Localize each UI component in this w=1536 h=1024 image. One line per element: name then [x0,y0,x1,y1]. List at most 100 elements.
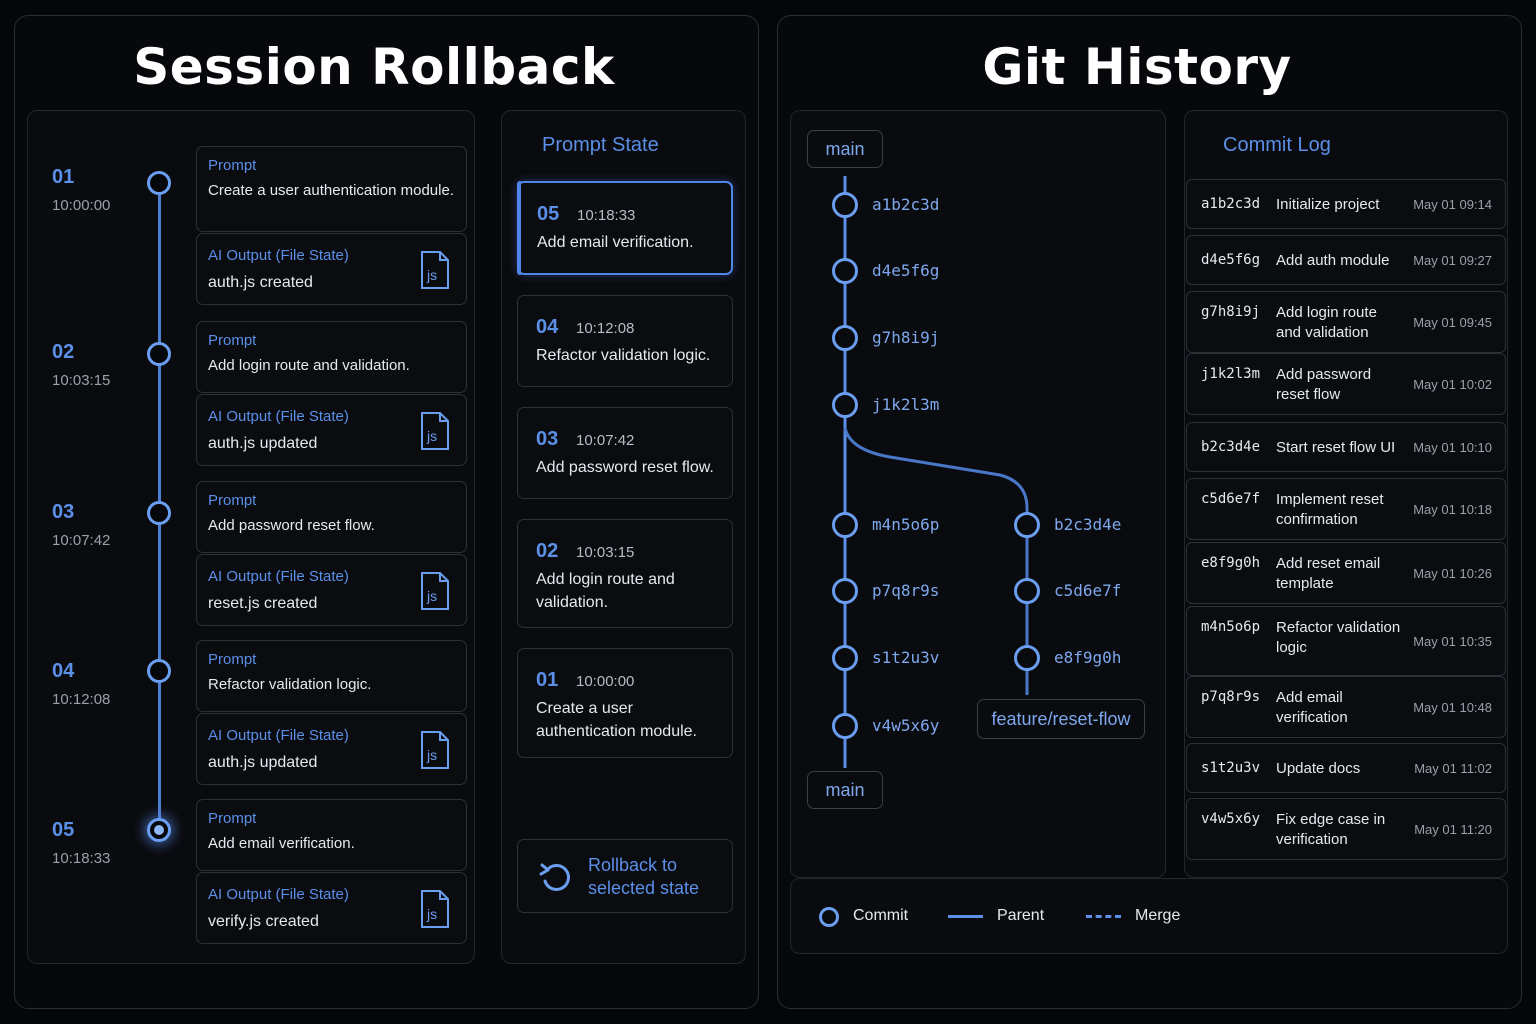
commit-node[interactable] [832,578,858,604]
branch-tag-main-bottom[interactable]: main [807,771,883,809]
step-time: 10:12:08 [52,691,111,708]
commit-log-row[interactable]: d4e5f6g Add auth module May 01 09:27 [1186,235,1506,285]
commit-node[interactable] [832,512,858,538]
branch-tag-main[interactable]: main [807,130,883,168]
output-card[interactable]: AI Output (File State) verify.js created j… [196,872,467,944]
commit-hash-label[interactable]: a1b2c3d [872,195,939,214]
commit-log-message: Refactor validation logic [1276,619,1401,656]
commit-hash-label[interactable]: d4e5f6g [872,261,939,280]
commit-log-date: May 01 09:27 [1413,253,1492,268]
commit-log-hash: m4n5o6p [1201,619,1261,635]
commit-log-row[interactable]: m4n5o6p Refactor validation logic May 01 1… [1186,606,1506,676]
commit-node[interactable] [832,192,858,218]
prompt-state-num: 02 [536,540,559,562]
commit-hash-label[interactable]: v4w5x6y [872,716,939,735]
prompt-state-item[interactable]: 02 10:03:15 Add login route and validation… [517,519,733,628]
commit-legend-label: Commit [853,907,909,924]
step-time: 10:18:33 [52,850,111,867]
output-card[interactable]: AI Output (File State) auth.js updated js [196,394,467,466]
commit-node[interactable] [1014,645,1040,671]
commit-log-hash: b2c3d4e [1201,439,1261,455]
prompt-state-item[interactable]: 01 10:00:00 Create a user authentication m… [517,648,733,758]
prompt-text: Add login route and validation. [208,357,410,374]
prompt-text: Refactor validation logic. [208,676,372,693]
prompt-card[interactable]: Prompt Add login route and validation. [196,321,467,393]
prompt-label: Prompt [208,157,257,174]
commit-hash-label[interactable]: m4n5o6p [872,515,939,534]
commit-hash-label[interactable]: p7q8r9s [872,581,939,600]
commit-node[interactable] [832,713,858,739]
step-number: 03 [52,501,75,523]
prompt-card[interactable]: Prompt Create a user authentication modul… [196,146,467,232]
commit-log-message: Add login route and validation [1276,304,1377,341]
timeline-node[interactable] [147,659,171,683]
prompt-state-item[interactable]: 03 10:07:42 Add password reset flow. [517,407,733,499]
commit-node[interactable] [832,645,858,671]
output-text: auth.js updated [208,754,318,771]
merge-legend-label: Merge [1135,907,1181,924]
commit-log-message: Implement reset confirmation [1276,491,1384,528]
commit-node[interactable] [832,392,858,418]
prompt-state-time: 10:07:42 [576,432,635,449]
commit-log-row[interactable]: e8f9g0h Add reset email template May 01 10… [1186,542,1506,604]
commit-log-date: May 01 09:14 [1413,197,1492,212]
rollback-button[interactable]: Rollback to selected state [517,839,733,913]
js-file-icon-text: js [427,747,438,763]
prompt-text: Create a user authentication module. [208,182,454,199]
commit-log-row[interactable]: j1k2l3m Add password reset flow May 01 10:… [1186,353,1506,415]
commit-hash-label[interactable]: c5d6e7f [1054,581,1121,600]
commit-log-row[interactable]: s1t2u3v Update docs May 01 11:02 [1186,743,1506,793]
commit-hash-label[interactable]: b2c3d4e [1054,515,1121,534]
commit-hash-label[interactable]: e8f9g0h [1054,648,1121,667]
commit-node[interactable] [832,325,858,351]
output-text: auth.js created [208,274,313,291]
prompt-text: Add email verification. [208,835,355,852]
prompt-label: Prompt [208,492,257,509]
commit-log-row[interactable]: g7h8i9j Add login route and validation May… [1186,291,1506,353]
step-number: 05 [52,819,75,841]
commit-log-row[interactable]: a1b2c3d Initialize project May 01 09:14 [1186,179,1506,229]
commit-log-row[interactable]: v4w5x6y Fix edge case in verification May … [1186,798,1506,860]
timeline-node[interactable] [147,501,171,525]
prompt-text: Add password reset flow. [208,517,375,534]
timeline-node-selected-dot [154,825,164,835]
commit-node[interactable] [832,258,858,284]
commit-log-row[interactable]: c5d6e7f Implement reset confirmation May 0… [1186,478,1506,540]
output-card[interactable]: AI Output (File State) auth.js updated js [196,713,467,785]
prompt-state-text: Add login route and validation. [536,571,675,611]
js-file-icon: js [420,889,450,929]
timeline-node[interactable] [147,171,171,195]
commit-log-row[interactable]: b2c3d4e Start reset flow UI May 01 10:10 [1186,422,1506,472]
timeline-node[interactable] [147,818,171,842]
prompt-card[interactable]: Prompt Refactor validation logic. [196,640,467,712]
prompt-state-text: Create a user authentication module. [536,700,697,740]
output-card[interactable]: AI Output (File State) reset.js created js [196,554,467,626]
output-card[interactable]: AI Output (File State) auth.js created js [196,233,467,305]
commit-node[interactable] [1014,578,1040,604]
prompt-state-time: 10:00:00 [576,673,635,690]
prompt-state-num: 01 [536,669,559,691]
prompt-card[interactable]: Prompt Add password reset flow. [196,481,467,553]
commit-hash-label[interactable]: g7h8i9j [872,328,939,347]
step-number: 02 [52,341,75,363]
commit-hash-label[interactable]: j1k2l3m [872,395,939,414]
prompt-state-title: Prompt State [542,134,659,156]
commit-log-hash: e8f9g0h [1201,555,1261,571]
commit-hash-label[interactable]: s1t2u3v [872,648,939,667]
commit-log-message: Add password reset flow [1276,366,1372,403]
prompt-state-time: 10:03:15 [576,544,635,561]
commit-log-message: Start reset flow UI [1276,439,1396,456]
commit-log-date: May 01 11:02 [1414,761,1492,776]
prompt-state-text: Refactor validation logic. [536,347,711,364]
prompt-state-item[interactable]: 04 10:12:08 Refactor validation logic. [517,295,733,387]
branch-tag-feature[interactable]: feature/reset-flow [977,699,1145,739]
prompt-card[interactable]: Prompt Add email verification. [196,799,467,871]
commit-log-message: Add reset email template [1276,555,1381,592]
commit-log-hash: j1k2l3m [1201,366,1261,382]
commit-log-message: Initialize project [1276,196,1380,213]
output-label: AI Output (File State) [208,408,349,425]
commit-node[interactable] [1014,512,1040,538]
commit-log-row[interactable]: p7q8r9s Add email verification May 01 10:4… [1186,676,1506,738]
timeline-node[interactable] [147,342,171,366]
prompt-state-item-selected[interactable]: 05 10:18:33 Add email verification. [517,181,733,275]
